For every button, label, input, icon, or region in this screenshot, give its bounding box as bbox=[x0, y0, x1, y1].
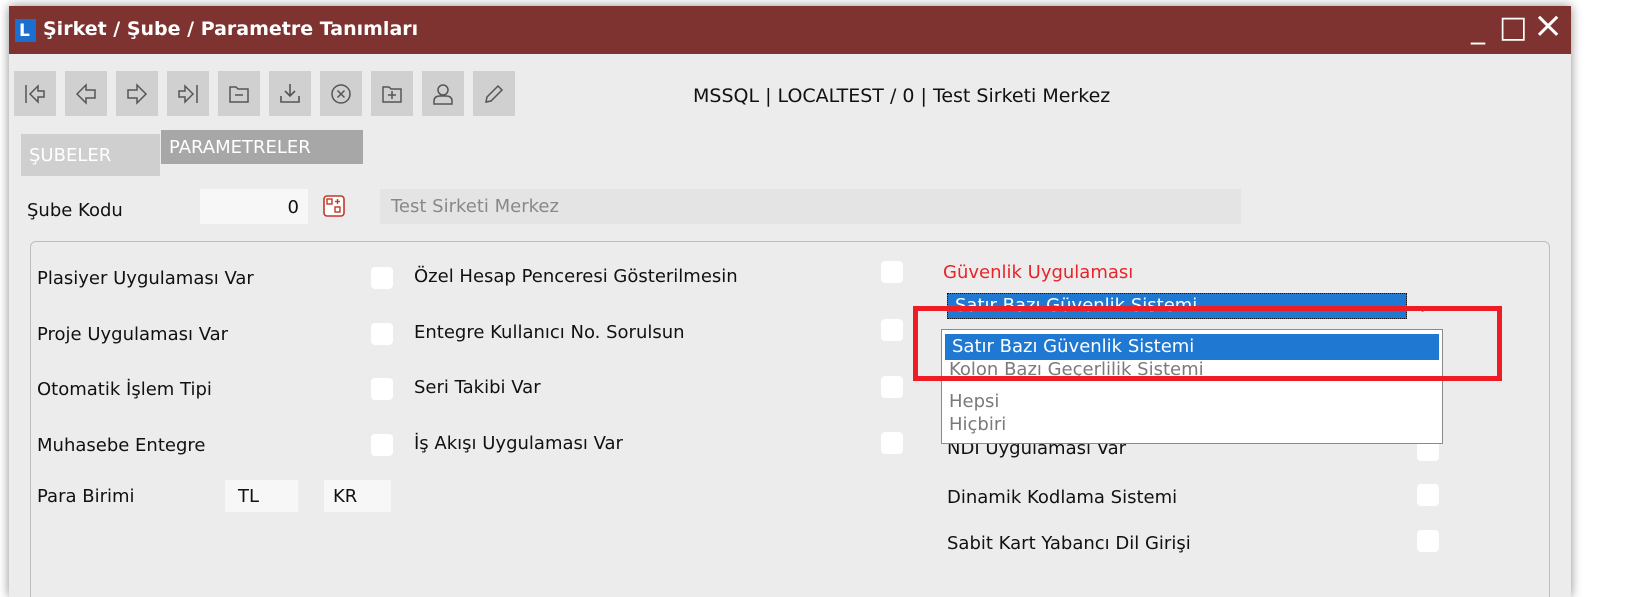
seri-takibi-label: Seri Takibi Var bbox=[414, 377, 541, 398]
ozel-hesap-checkbox[interactable] bbox=[881, 261, 903, 283]
seri-takibi-checkbox[interactable] bbox=[881, 376, 903, 398]
edit-button[interactable] bbox=[473, 71, 515, 116]
window: L Şirket / Şube / Parametre Tanımları _ … bbox=[9, 6, 1571, 597]
proje-label: Proje Uygulaması Var bbox=[37, 324, 229, 345]
next-record-icon bbox=[127, 82, 148, 105]
tab-parametreler[interactable]: PARAMETRELER bbox=[161, 130, 363, 164]
entegre-kullanici-label: Entegre Kullanıcı No. Sorulsun bbox=[414, 322, 685, 343]
guvenlik-label: Güvenlik Uygulaması bbox=[943, 262, 1134, 283]
remove-group-button[interactable] bbox=[218, 71, 260, 116]
sube-name-field: Test Sirketi Merkez bbox=[380, 189, 1241, 224]
pencil-icon bbox=[485, 84, 504, 103]
add-folder-icon bbox=[382, 85, 402, 103]
otomatik-checkbox[interactable] bbox=[371, 378, 393, 400]
add-group-button[interactable] bbox=[371, 71, 413, 116]
last-record-button[interactable] bbox=[167, 71, 209, 116]
entegre-kullanici-checkbox[interactable] bbox=[881, 319, 903, 341]
sabit-kart-label: Sabit Kart Yabancı Dil Girişi bbox=[947, 533, 1191, 554]
para-birimi-field[interactable]: TL bbox=[225, 480, 298, 512]
otomatik-label: Otomatik İşlem Tipi bbox=[37, 379, 212, 400]
dinamik-kodlama-label: Dinamik Kodlama Sistemi bbox=[947, 487, 1178, 508]
user-icon bbox=[433, 83, 453, 105]
last-record-icon bbox=[178, 83, 198, 104]
plasiyer-checkbox[interactable] bbox=[371, 267, 393, 289]
first-record-icon bbox=[25, 83, 45, 104]
previous-record-button[interactable] bbox=[65, 71, 107, 116]
window-title: Şirket / Şube / Parametre Tanımları bbox=[43, 18, 419, 40]
proje-checkbox[interactable] bbox=[371, 323, 393, 345]
muhasebe-checkbox[interactable] bbox=[371, 434, 393, 456]
app-logo-icon: L bbox=[15, 19, 36, 42]
lookup-icon bbox=[323, 195, 345, 217]
cancel-icon bbox=[331, 83, 351, 104]
user-button[interactable] bbox=[422, 71, 464, 116]
dinamik-kodlama-checkbox[interactable] bbox=[1417, 484, 1439, 506]
tab-subeler[interactable]: ŞUBELER bbox=[21, 134, 160, 176]
close-button[interactable]: × bbox=[1533, 6, 1563, 46]
maximize-button[interactable]: □ bbox=[1499, 10, 1527, 45]
app-logo-letter: L bbox=[19, 21, 30, 41]
plasiyer-label: Plasiyer Uygulaması Var bbox=[37, 268, 254, 289]
minimize-button[interactable]: _ bbox=[1471, 12, 1485, 45]
is-akisi-checkbox[interactable] bbox=[881, 432, 903, 454]
next-record-button[interactable] bbox=[116, 71, 158, 116]
highlight-box bbox=[913, 306, 1502, 381]
first-record-button[interactable] bbox=[14, 71, 56, 116]
title-bar: L Şirket / Şube / Parametre Tanımları _ … bbox=[9, 6, 1571, 54]
sube-kodu-label: Şube Kodu bbox=[27, 200, 123, 221]
lookup-button[interactable] bbox=[323, 195, 345, 217]
kurus-field[interactable]: KR bbox=[324, 480, 391, 512]
para-birimi-label: Para Birimi bbox=[37, 486, 135, 507]
sabit-kart-checkbox[interactable] bbox=[1417, 530, 1439, 552]
download-icon bbox=[280, 83, 300, 103]
previous-record-icon bbox=[75, 82, 96, 105]
is-akisi-label: İş Akışı Uygulaması Var bbox=[414, 433, 623, 454]
dropdown-option-hicbiri[interactable]: Hiçbiri bbox=[942, 412, 1442, 438]
sube-kodu-field[interactable]: 0 bbox=[200, 189, 308, 224]
cancel-button[interactable] bbox=[320, 71, 362, 116]
minus-folder-icon bbox=[229, 85, 249, 103]
connection-info: MSSQL | LOCALTEST / 0 | Test Sirketi Mer… bbox=[693, 85, 1111, 107]
save-button[interactable] bbox=[269, 71, 311, 116]
muhasebe-label: Muhasebe Entegre bbox=[37, 435, 206, 456]
ozel-hesap-label: Özel Hesap Penceresi Gösterilmesin bbox=[414, 266, 738, 287]
